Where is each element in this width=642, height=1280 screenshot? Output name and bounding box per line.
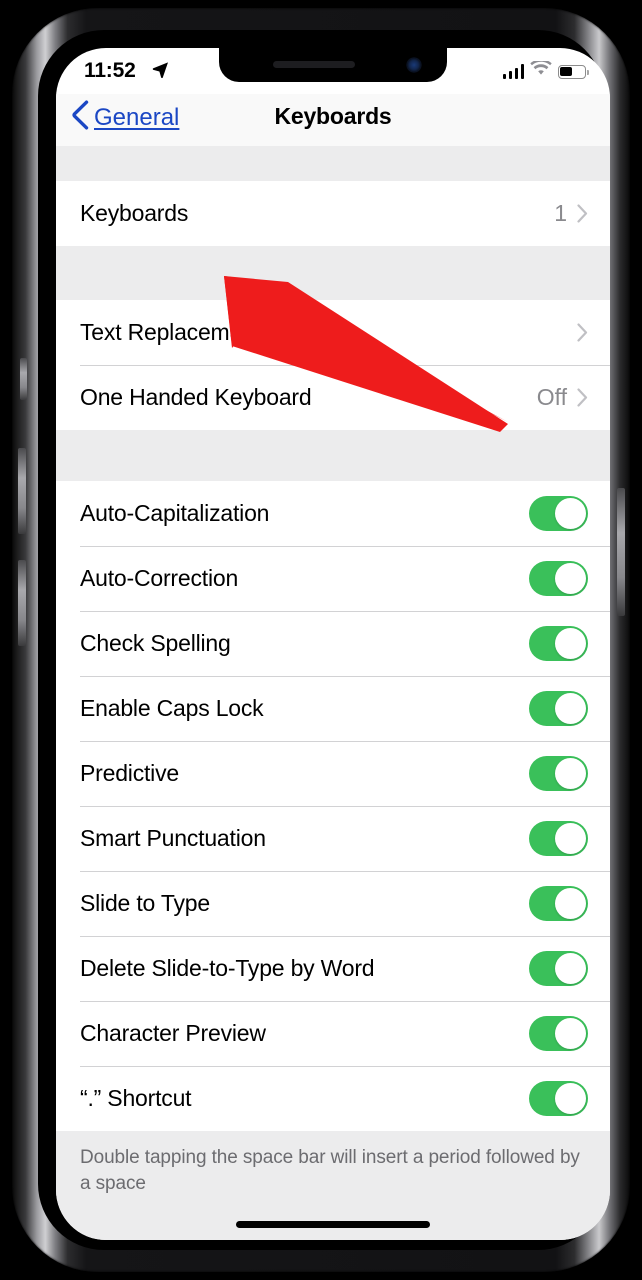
toggle-slide-to-type[interactable] [529, 886, 588, 921]
row-label: Character Preview [80, 1020, 266, 1046]
row-one-handed-keyboard[interactable]: One Handed Keyboard Off [56, 365, 610, 430]
earpiece-speaker-icon [273, 61, 355, 68]
toggle-check-spelling[interactable] [529, 626, 588, 661]
row-label: Auto-Correction [80, 565, 239, 591]
row-smart-punctuation[interactable]: Smart Punctuation [56, 806, 610, 871]
section-gap [56, 246, 610, 300]
wifi-icon [530, 59, 552, 82]
chevron-right-icon [577, 204, 588, 223]
toggle-knob [555, 498, 586, 529]
phone-screen: 11:52 General Keyboards Keyboards 1 Text… [56, 48, 610, 1240]
battery-icon [558, 64, 589, 79]
row-value: Off [536, 384, 567, 410]
toggle-delete-slide-to-type-by-word[interactable] [529, 951, 588, 986]
section-gap [56, 430, 610, 481]
status-bar-time: 11:52 [84, 59, 136, 82]
row-delete-slide-to-type-by-word[interactable]: Delete Slide-to-Type by Word [56, 936, 610, 1001]
toggle-knob [555, 628, 586, 659]
volume-down-button[interactable] [18, 560, 26, 646]
notch [219, 48, 447, 82]
home-indicator[interactable] [236, 1221, 430, 1228]
volume-up-button[interactable] [18, 448, 26, 534]
row-label: Text Replacement [80, 319, 261, 345]
toggle-knob [555, 888, 586, 919]
row-label: Smart Punctuation [80, 825, 266, 851]
toggle-knob [555, 693, 586, 724]
row-label: Auto-Capitalization [80, 500, 270, 526]
row-enable-caps-lock[interactable]: Enable Caps Lock [56, 676, 610, 741]
toggle-period-shortcut[interactable] [529, 1081, 588, 1116]
row-predictive[interactable]: Predictive [56, 741, 610, 806]
row-label: One Handed Keyboard [80, 384, 312, 410]
row-keyboards[interactable]: Keyboards 1 [56, 181, 610, 246]
toggle-knob [555, 823, 586, 854]
section-gap [56, 146, 610, 181]
toggle-knob [555, 758, 586, 789]
toggle-predictive[interactable] [529, 756, 588, 791]
row-character-preview[interactable]: Character Preview [56, 1001, 610, 1066]
row-label: Check Spelling [80, 630, 231, 656]
toggle-knob [555, 1083, 586, 1114]
toggle-enable-caps-lock[interactable] [529, 691, 588, 726]
power-button[interactable] [617, 488, 625, 616]
status-bar-indicators [502, 59, 589, 82]
toggle-knob [555, 1018, 586, 1049]
row-slide-to-type[interactable]: Slide to Type [56, 871, 610, 936]
row-auto-capitalization[interactable]: Auto-Capitalization [56, 481, 610, 546]
mute-switch[interactable] [20, 358, 27, 400]
row-label: Predictive [80, 760, 179, 786]
location-arrow-icon [152, 61, 169, 83]
row-text-replacement[interactable]: Text Replacement [56, 300, 610, 365]
row-value: 1 [554, 200, 567, 226]
row-auto-correction[interactable]: Auto-Correction [56, 546, 610, 611]
page-title: Keyboards [274, 103, 392, 129]
settings-list[interactable]: Keyboards 1 Text Replacement One Handed … [56, 146, 610, 1240]
cellular-signal-icon [502, 64, 524, 79]
toggle-smart-punctuation[interactable] [529, 821, 588, 856]
row-label: Delete Slide-to-Type by Word [80, 955, 375, 981]
toggle-auto-capitalization[interactable] [529, 496, 588, 531]
toggle-knob [555, 953, 586, 984]
front-camera-icon [407, 58, 421, 72]
chevron-right-icon [577, 323, 588, 342]
row-check-spelling[interactable]: Check Spelling [56, 611, 610, 676]
settings-group-typing: Auto-Capitalization Auto-Correction Chec… [56, 481, 610, 1131]
device-frame: 11:52 General Keyboards Keyboards 1 Text… [12, 8, 630, 1272]
row-label: “.” Shortcut [80, 1085, 192, 1111]
row-label: Keyboards [80, 200, 189, 226]
toggle-character-preview[interactable] [529, 1016, 588, 1051]
section-footer-text: Double tapping the space bar will insert… [80, 1147, 580, 1194]
row-label: Enable Caps Lock [80, 695, 264, 721]
navigation-bar: General Keyboards [56, 94, 610, 146]
battery-fill [560, 66, 572, 77]
toggle-knob [555, 563, 586, 594]
row-label: Slide to Type [80, 890, 210, 916]
row-period-shortcut[interactable]: “.” Shortcut [56, 1066, 610, 1131]
settings-group-keyboards: Keyboards 1 [56, 181, 610, 246]
settings-group-text: Text Replacement One Handed Keyboard Off [56, 300, 610, 430]
chevron-right-icon [577, 388, 588, 407]
toggle-auto-correction[interactable] [529, 561, 588, 596]
